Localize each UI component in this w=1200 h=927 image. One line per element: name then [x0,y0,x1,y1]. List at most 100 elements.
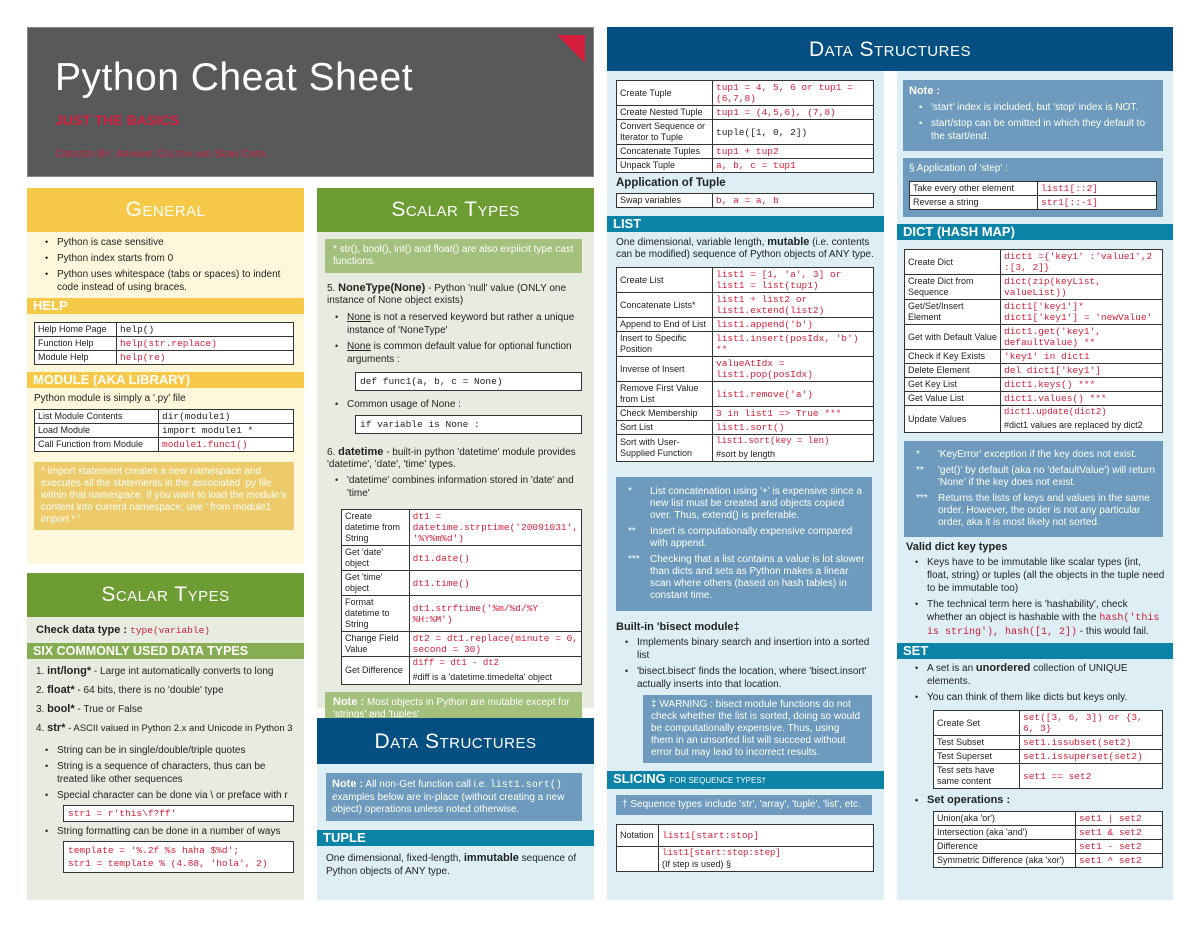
list-item: Python index starts from 0 [27,252,296,265]
app-tuple-title: Application of Tuple [616,177,726,189]
table-row: Get/Set/Insert Element dict1['key1']* dic… [904,299,1163,325]
app-table-wrap: Swap variables b, a = a, b [607,193,884,208]
table-row: Unpack Tuple a, b, c = tup1 [616,158,874,173]
data-structures-section: Data Structures Note : All non-Get funct… [317,718,594,900]
slice-index-note: Note : 'start' index is included, but 's… [903,80,1163,151]
type-item: 2. float* - 64 bits, there is no 'double… [36,684,224,696]
dict-table-wrap: Create Dict dict1 ={'key1' :'value1',2 :[… [897,240,1173,433]
table-row: Take every other element list1[::2] [909,181,1157,196]
list-item: Python is case sensitive [27,236,296,249]
list-item: Common usage of None : [317,398,594,411]
step-table: Take every other element list1[::2] Rever… [909,181,1157,210]
help-table: Help Home Page help() Function Help help(s… [34,322,294,365]
table-row: Function Help help(str.replace) [34,336,294,351]
list-item: String is a sequence of characters, thus… [27,760,296,786]
slice-table: Notation list1[start:stop] list1[start:st… [616,824,874,872]
table-row: Create Dict dict1 ={'key1' :'value1',2 :[… [904,249,1163,275]
valid-keys-bullets: Keys have to be immutable like scalar ty… [897,556,1173,639]
set-header: SET [897,643,1173,659]
table-row: Inverse of Insert valueAtIdx = list1.pop(… [616,356,874,382]
bisect-title: Built-in 'bisect module‡ [616,621,740,633]
list-item: Python uses whitespace (tabs or spaces) … [27,268,296,294]
scalar2-header: Scalar Types [317,188,594,232]
table-row: Union(aka 'or') set1 | set2 [933,811,1163,826]
table-row: Sort List list1.sort() [616,420,874,435]
datetime-table: Create datetime from String dt1 = datetim… [341,509,583,685]
table-row: Check Membership 3 in list1 => True *** [616,406,874,421]
table-row: Difference set1 - set2 [933,839,1163,854]
step-box: § Application of 'step' : Take every oth… [903,158,1163,217]
general-bullets: Python is case sensitive Python index st… [27,236,304,294]
list-item: Keys have to be immutable like scalar ty… [897,556,1165,595]
list-item: String can be in single/double/triple qu… [27,744,296,757]
slice-table-wrap: Notation list1[start:stop] list1[start:st… [607,815,884,872]
setops-table-wrap: Union(aka 'or') set1 | set2 Intersection … [897,810,1173,868]
list-item: 'datetime' combines information stored i… [317,474,586,500]
set-table-wrap: Create Set set([3, 6, 3]) or {3, 6, 3} Te… [897,707,1173,789]
table-row: Concatenate Lists* list1 + list2 or list1… [616,292,874,318]
bisect-bullets: Implements binary search and insertion i… [607,636,884,691]
table-row: Append to End of List list1.append('b') [616,317,874,332]
table-row: Notation list1[start:stop] [616,824,874,847]
fmt-bullets: String formatting can be done in a numbe… [27,825,304,838]
list-item: Implements binary search and insertion i… [607,636,876,662]
raw-string-code: str1 = r'this\f?ff' [63,805,294,822]
table-row: Create Set set([3, 6, 3]) or {3, 6, 3} [933,710,1163,736]
table-row: Get 'date' object dt1.date() [341,545,583,571]
list-notes: * List concatenation using '+' is expensi… [616,477,872,611]
table-row: Test Superset set1.issuperset(set2) [933,749,1163,764]
table-row: Swap variables b, a = a, b [616,193,874,208]
table-row: Change Field Value dt2 = dt1.replace(minu… [341,631,583,657]
type-item: 1. int/long* - Large int automatically c… [36,665,274,677]
ds1-header: Data Structures [317,718,594,764]
table-row: Symmetric Difference (aka 'xor') set1 ^ s… [933,853,1163,868]
module-note: * import statement creates a new namespa… [34,462,294,530]
table-row: Create List list1 = [1, 'a', 3] or list1 … [616,267,874,293]
tuple-table: Create Tuple tup1 = 4, 5, 6 or tup1 = (6,… [616,80,874,173]
table-row: Sort with User-Supplied Function list1.so… [616,434,874,462]
table-row: Module Help help(re) [34,350,294,365]
table-row: Concatenate Tuples tup1 + tup2 [616,144,874,159]
scalar-header: Scalar Types [27,573,304,617]
type-item: 3. bool* - True or False [36,703,143,715]
dict-table: Create Dict dict1 ={'key1' :'value1',2 :[… [904,249,1163,433]
table-row: Convert Sequence or Iterator to Tuple tup… [616,119,874,145]
footnote: * List concatenation using '+' is expensi… [628,486,863,521]
list-header: LIST [607,216,884,232]
scalar-types-section: Scalar Types Check data type : type(vari… [27,573,304,900]
none-bullets: None is not a reserved keyword but rathe… [317,311,594,366]
none-usage-bullets: Common usage of None : [317,398,594,411]
list-item: None is common default value for optiona… [317,340,586,366]
table-row: Call Function from Module module1.func1() [34,437,294,452]
dict-notes: * 'KeyError' exception if the key does no… [904,441,1163,537]
ds2-header: Data Structures [607,27,1173,71]
type-item: 4. str* - ASCII valued in Python 2.x and… [36,722,293,734]
table-row: Get Value List dict1.values() *** [904,391,1163,406]
subtitle: JUST THE BASICS [55,112,180,128]
tuple-table-wrap: Create Tuple tup1 = 4, 5, 6 or tup1 = (6,… [607,71,884,173]
table-row: Help Home Page help() [34,322,294,337]
corner-triangle-icon [557,35,585,63]
list-item: You can think of them like dicts but key… [897,691,1165,704]
table-row: Update Values dict1.update(dict2) #dict1 v… [904,405,1163,433]
footnote: *** Checking that a list contains a value… [628,554,865,601]
format-code: template = '%.2f %s haha $%d'; str1 = tem… [63,841,294,873]
table-row: Check if Key Exists'key1' in dict1 [904,349,1163,364]
list-table: Create List list1 = [1, 'a', 3] or list1 … [616,267,874,462]
table-row: Intersection (aka 'and') set1 & set2 [933,825,1163,840]
list-item: String formatting can be done in a numbe… [27,825,304,838]
table-row: Format datetime to String dt1.strftime('%… [341,595,583,632]
app-table: Swap variables b, a = a, b [616,193,874,208]
datetime-bullets: 'datetime' combines information stored i… [317,474,594,500]
table-row: Reverse a string str1[::-1] [909,195,1157,210]
table-row: Get Key List dict1.keys() *** [904,377,1163,392]
table-row: Create Tuple tup1 = 4, 5, 6 or tup1 = (6,… [616,80,874,106]
list-table-wrap: Create List list1 = [1, 'a', 3] or list1 … [607,265,884,462]
list-item: The technical term here is 'hashability'… [897,598,1165,639]
datetime-item: 6. datetime - built-in python 'datetime'… [327,446,576,470]
setops-title: Set operations : [897,794,1173,807]
table-row: Delete Element del dict1['key1'] [904,363,1163,378]
bisect-warning: ‡ WARNING : bisect module functions do n… [643,695,872,763]
table-row: list1[start:stop:step] (If step is used) … [616,846,874,872]
general-header: General [27,188,304,232]
